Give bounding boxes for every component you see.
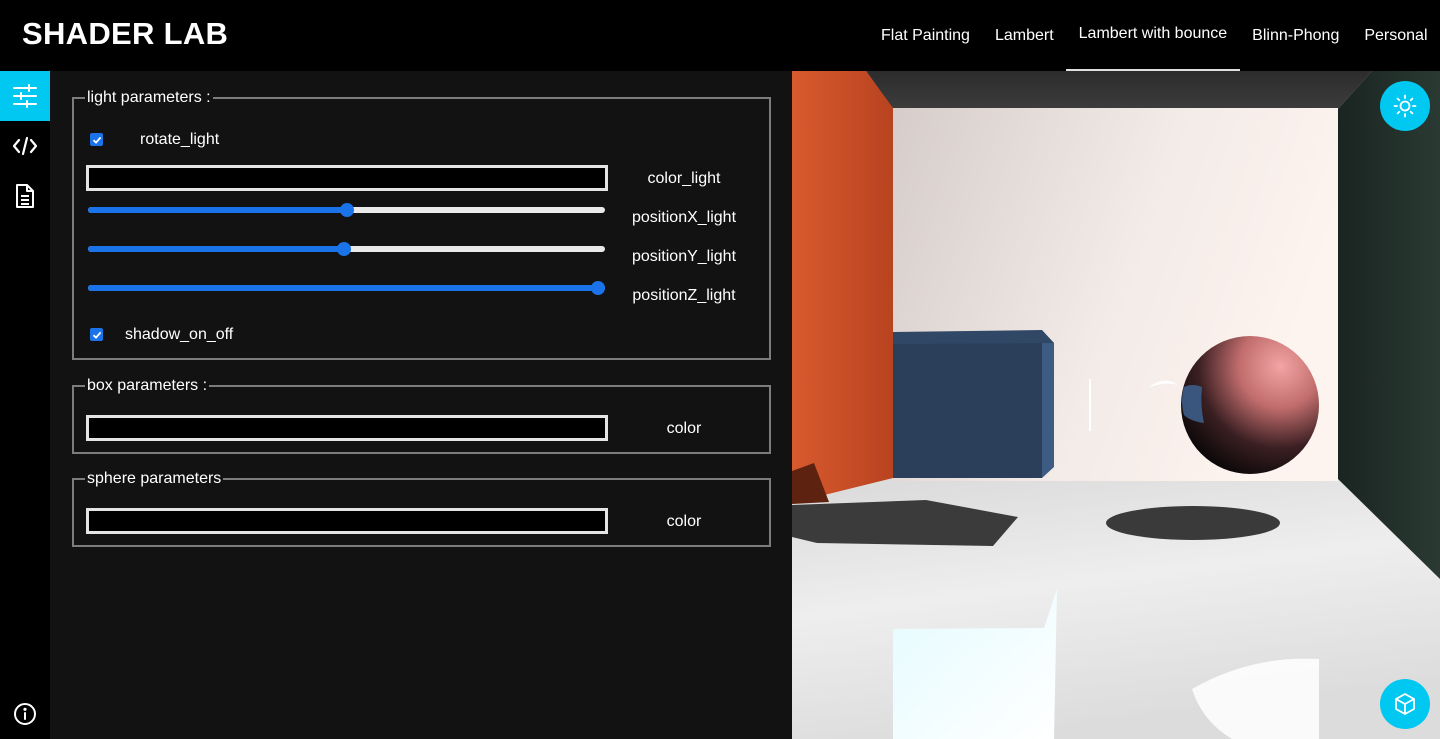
shader-tabs: Flat Painting Lambert Lambert with bounc…: [869, 0, 1440, 71]
parameters-panel: light parameters : rotate_light color_li…: [50, 71, 792, 739]
info-button[interactable]: [0, 691, 50, 737]
shadow-on-off-label: shadow_on_off: [125, 326, 234, 343]
box-color-label: color: [666, 420, 702, 437]
box-color-input[interactable]: [86, 415, 608, 441]
3d-scene: [792, 71, 1440, 739]
cube-icon: [1395, 693, 1415, 715]
box-front: [893, 332, 1042, 478]
app-logo: SHADER LAB: [22, 16, 229, 51]
left-wall: [792, 71, 893, 503]
tab-label: Blinn-Phong: [1252, 26, 1340, 44]
tab-label: Lambert with bounce: [1078, 24, 1228, 42]
tab-label: Personal: [1364, 26, 1428, 44]
position-y-light-label: positionY_light: [631, 248, 737, 265]
sidebar: [0, 71, 50, 739]
box-top: [893, 330, 1054, 344]
tab-blinn-phong[interactable]: Blinn-Phong: [1240, 0, 1352, 71]
light-toggle-button[interactable]: [1380, 81, 1430, 131]
box-parameters-group: box parameters : color: [72, 378, 771, 454]
group-legend: box parameters :: [87, 377, 208, 394]
tab-personal[interactable]: Personal: [1352, 0, 1440, 71]
info-icon: [14, 703, 36, 725]
sidebar-item-document[interactable]: [0, 171, 50, 221]
shadow-on-off-checkbox[interactable]: [90, 328, 103, 341]
sidebar-item-parameters[interactable]: [0, 71, 50, 121]
sphere-color-label: color: [666, 513, 702, 530]
sphere-parameters-group: sphere parameters color: [72, 471, 771, 547]
tab-flat-painting[interactable]: Flat Painting: [869, 0, 983, 71]
app-header: SHADER LAB Flat Painting Lambert Lambert…: [0, 0, 1440, 71]
ceiling: [866, 71, 1372, 109]
slider-thumb[interactable]: [591, 281, 605, 295]
tab-label: Lambert: [994, 26, 1054, 44]
code-icon: [12, 136, 38, 156]
sun-icon: [1393, 94, 1417, 118]
rotate-light-label: rotate_light: [140, 131, 220, 148]
light-marker: [1089, 379, 1091, 431]
color-light-input[interactable]: [86, 165, 608, 191]
group-legend: sphere parameters: [87, 470, 222, 487]
tab-label: Flat Painting: [881, 26, 970, 44]
checkmark-icon: [92, 331, 101, 339]
sphere-shadow: [1106, 506, 1280, 540]
position-y-light-slider[interactable]: [88, 241, 605, 257]
color-light-label: color_light: [647, 170, 721, 187]
slider-thumb[interactable]: [339, 203, 354, 217]
slider-thumb[interactable]: [336, 242, 351, 256]
position-z-light-label: positionZ_light: [632, 287, 736, 304]
sphere-color-input[interactable]: [86, 508, 608, 534]
sliders-icon: [13, 84, 37, 108]
position-z-light-slider[interactable]: [88, 280, 605, 296]
position-x-light-slider[interactable]: [88, 202, 605, 218]
sidebar-item-code[interactable]: [0, 121, 50, 171]
document-icon: [16, 184, 34, 208]
group-legend: light parameters :: [87, 89, 211, 106]
light-parameters-group: light parameters : rotate_light color_li…: [72, 90, 771, 360]
camera-reset-button[interactable]: [1380, 679, 1430, 729]
sphere: [1181, 336, 1319, 474]
tab-lambert[interactable]: Lambert: [982, 0, 1066, 71]
rotate-light-checkbox[interactable]: [90, 133, 103, 146]
position-x-light-label: positionX_light: [631, 209, 737, 226]
box-side: [1042, 332, 1054, 478]
tab-lambert-with-bounce[interactable]: Lambert with bounce: [1066, 0, 1240, 71]
checkmark-icon: [92, 136, 101, 144]
render-viewport[interactable]: [792, 71, 1440, 739]
